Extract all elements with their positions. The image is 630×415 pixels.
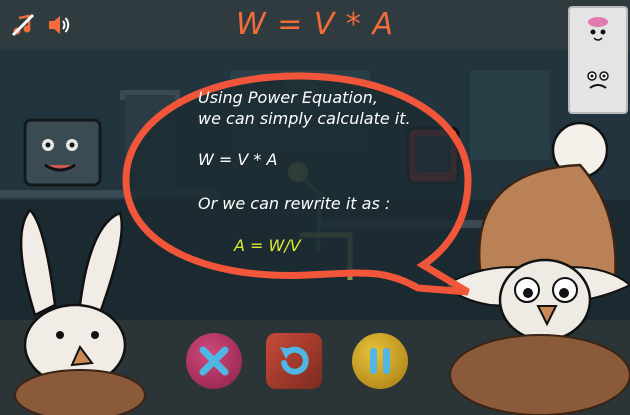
- restart-icon: [280, 346, 309, 375]
- character-faces-icon: [587, 17, 609, 89]
- bubble-line-4: Or we can rewrite it as :: [198, 194, 391, 213]
- close-icon: [199, 346, 229, 376]
- close-button[interactable]: [186, 333, 242, 389]
- bubble-line-2: we can simply calculate it.: [198, 109, 411, 128]
- bubble-rewritten-equation: A = W/V: [234, 236, 301, 255]
- page-title: W = V * A: [236, 7, 394, 42]
- bubble-line-1: Using Power Equation,: [198, 88, 378, 107]
- character-panel[interactable]: [568, 6, 628, 114]
- pause-icon: [370, 348, 390, 374]
- restart-button[interactable]: [266, 333, 322, 389]
- bubble-equation: W = V * A: [198, 150, 278, 169]
- pause-button[interactable]: [352, 333, 408, 389]
- top-bar: W = V * A: [0, 0, 630, 50]
